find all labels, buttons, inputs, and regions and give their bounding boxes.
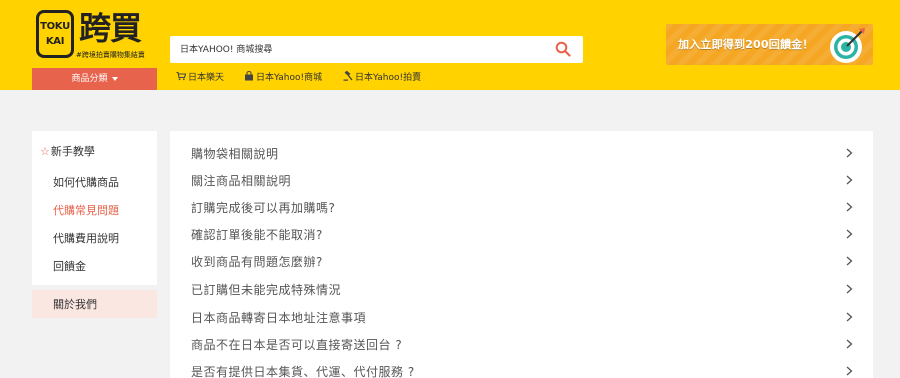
logo-tagline: #跨境拍賣購物集結賣 xyxy=(76,51,145,59)
nav-link-rakuten[interactable]: 日本樂天 xyxy=(176,71,224,85)
sidebar: ☆新手教學 如何代購商品 代購常見問題 代購費用說明 回饋金 xyxy=(32,131,157,285)
sidebar-item-faq[interactable]: 代購常見問題 xyxy=(53,202,119,218)
faq-item[interactable]: 訂購完成後可以再加購嗎? xyxy=(170,193,873,220)
faq-item-label: 日本商品轉寄日本地址注意事項 xyxy=(191,311,367,325)
sidebar-item-about-us[interactable]: 關於我們 xyxy=(53,296,97,312)
faq-item-label: 收到商品有問題怎麼辦? xyxy=(191,255,323,269)
nav-link-yahoo-auction[interactable]: 日本Yahoo!拍賣 xyxy=(343,71,421,85)
sidebar-about: 關於我們 xyxy=(32,290,157,318)
cart-icon xyxy=(176,71,186,81)
chevron-right-icon xyxy=(846,312,853,322)
faq-list: 購物袋相關說明 關注商品相關說明 訂購完成後可以再加購嗎? 確認訂單後能不能取消… xyxy=(170,131,873,378)
faq-item-label: 關注商品相關說明 xyxy=(191,174,292,188)
chevron-right-icon xyxy=(846,256,853,266)
site-header: TOKU KAI 跨買 #跨境拍賣購物集結賣 加入立即得到200回饋金！ 商品分… xyxy=(0,0,900,90)
faq-item[interactable]: 收到商品有問題怎麼辦? xyxy=(170,247,873,274)
chevron-right-icon xyxy=(846,148,853,158)
caret-down-icon xyxy=(111,76,118,81)
category-menu-button[interactable]: 商品分類 xyxy=(32,68,157,90)
nav-link-label: 日本Yahoo!商城 xyxy=(256,73,323,83)
nav-link-label: 日本樂天 xyxy=(188,73,225,83)
faq-item[interactable]: 確認訂單後能不能取消? xyxy=(170,220,873,247)
promo-banner[interactable]: 加入立即得到200回饋金！ xyxy=(666,24,873,65)
faq-item[interactable]: 是否有提供日本集貨、代運、代付服務 ? xyxy=(170,357,873,378)
chevron-right-icon xyxy=(846,339,853,349)
category-menu-label: 商品分類 xyxy=(71,74,108,84)
search-box xyxy=(170,36,583,63)
star-icon: ☆ xyxy=(40,145,50,158)
sidebar-heading-label: 新手教學 xyxy=(50,145,95,158)
promo-text: 加入立即得到200回饋金！ xyxy=(678,38,814,51)
sidebar-item-rewards[interactable]: 回饋金 xyxy=(53,258,86,274)
target-icon xyxy=(830,28,865,63)
faq-item-label: 是否有提供日本集貨、代運、代付服務 ? xyxy=(191,365,415,378)
faq-item[interactable]: 關注商品相關說明 xyxy=(170,166,873,193)
sidebar-item-how-to-order[interactable]: 如何代購商品 xyxy=(53,174,119,190)
sidebar-heading: ☆新手教學 xyxy=(40,143,95,159)
shop-icon xyxy=(245,71,253,81)
chevron-right-icon xyxy=(846,229,853,239)
sidebar-item-fees[interactable]: 代購費用說明 xyxy=(53,230,119,246)
faq-item[interactable]: 購物袋相關說明 xyxy=(170,139,873,166)
faq-item-label: 購物袋相關說明 xyxy=(191,147,279,161)
search-icon[interactable] xyxy=(555,41,571,57)
chevron-right-icon xyxy=(846,175,853,185)
logo-badge[interactable]: TOKU KAI xyxy=(36,10,74,58)
faq-item-label: 已訂購但未能完成特殊情況 xyxy=(191,283,342,297)
faq-item-label: 訂購完成後可以再加購嗎? xyxy=(191,201,336,215)
gavel-icon xyxy=(343,71,353,81)
logo-brand-text[interactable]: 跨買 xyxy=(79,9,142,47)
faq-item[interactable]: 日本商品轉寄日本地址注意事項 xyxy=(170,303,873,330)
search-input[interactable] xyxy=(170,36,540,63)
chevron-right-icon xyxy=(846,284,853,294)
logo-badge-bottom-text: KAI xyxy=(45,36,65,47)
faq-item-label: 確認訂單後能不能取消? xyxy=(191,228,323,242)
faq-item[interactable]: 商品不在日本是否可以直接寄送回台 ? xyxy=(170,330,873,357)
nav-link-label: 日本Yahoo!拍賣 xyxy=(355,73,422,83)
logo-badge-top-text: TOKU xyxy=(40,21,70,32)
chevron-right-icon xyxy=(846,202,853,212)
faq-item-label: 商品不在日本是否可以直接寄送回台 ? xyxy=(191,338,403,352)
chevron-right-icon xyxy=(846,366,853,376)
faq-item[interactable]: 已訂購但未能完成特殊情況 xyxy=(170,275,873,302)
nav-link-yahoo-shopping[interactable]: 日本Yahoo!商城 xyxy=(244,71,322,85)
